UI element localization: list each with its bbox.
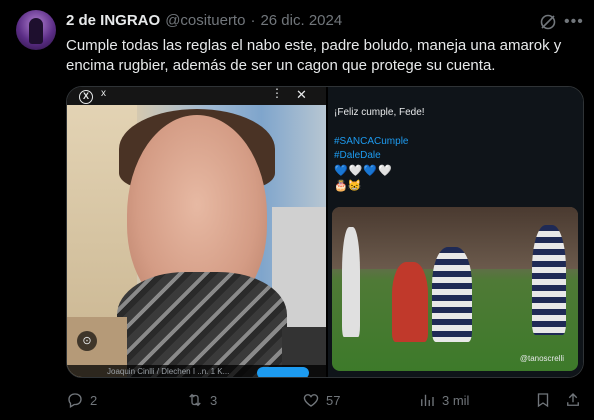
tweet[interactable]: 2 de INGRAO @cosituerto · 26 dic. 2024 •…: [0, 0, 594, 420]
embedded-dots-icon: ⋮: [271, 87, 283, 100]
separator: ·: [250, 12, 256, 29]
media-image-right[interactable]: ¡Feliz cumple, Fede! #SANCACumple #DaleD…: [328, 87, 583, 377]
bookmark-icon: [537, 393, 549, 408]
rugby-photo: @tanoscrelli: [332, 207, 578, 371]
retweet-button[interactable]: 3: [186, 388, 217, 412]
embedded-hashtag: #DaleDale: [334, 150, 381, 161]
embedded-text-line: ¡Feliz cumple, Fede!: [334, 107, 425, 118]
embedded-x-label: x: [101, 88, 106, 99]
timestamp[interactable]: 26 dic. 2024: [260, 12, 342, 29]
bookmark-button[interactable]: [534, 388, 552, 412]
display-name[interactable]: 2 de INGRAO: [66, 12, 160, 29]
media-tag-icon[interactable]: ⊙: [77, 331, 97, 351]
embedded-emojis: 🎂😸: [334, 180, 362, 192]
embedded-caption: Joaquin Cinlli / Dlechen I ..n. 1 K...: [67, 365, 326, 377]
avatar[interactable]: [16, 10, 56, 50]
heart-icon: [303, 394, 319, 407]
more-options-icon[interactable]: •••: [564, 13, 584, 31]
reply-button[interactable]: 2: [66, 388, 97, 412]
reply-icon: [68, 393, 82, 408]
views-count: 3 mil: [442, 392, 470, 408]
media-image-left[interactable]: X x ⋮ ✕ ⊙ Joaquin Cinlli / Dlechen I ..n…: [67, 87, 326, 377]
embedded-topbar: X x ⋮ ✕: [67, 87, 326, 105]
retweet-count: 3: [210, 392, 218, 408]
like-count: 57: [326, 392, 341, 408]
embedded-follow-button: [257, 367, 309, 377]
views-icon: [421, 394, 434, 406]
reply-count: 2: [90, 392, 98, 408]
grok-icon[interactable]: [539, 13, 557, 31]
embedded-caption-text: Joaquin Cinlli / Dlechen I ..n. 1 K...: [107, 367, 230, 376]
share-button[interactable]: [564, 388, 582, 412]
x-logo-icon: X: [79, 90, 93, 104]
views-button[interactable]: 3 mil: [418, 388, 469, 412]
action-bar: 2 3 57 3 mil: [66, 388, 586, 412]
share-icon: [567, 393, 579, 406]
media-grid[interactable]: X x ⋮ ✕ ⊙ Joaquin Cinlli / Dlechen I ..n…: [66, 86, 584, 378]
embedded-close-icon: ✕: [296, 87, 307, 102]
tweet-header: 2 de INGRAO @cosituerto · 26 dic. 2024: [66, 12, 342, 29]
embedded-hearts: 💙🤍💙🤍: [334, 165, 393, 177]
handle[interactable]: @cosituerto: [165, 12, 245, 29]
like-button[interactable]: 57: [302, 388, 340, 412]
tweet-text: Cumple todas las reglas el nabo este, pa…: [66, 37, 562, 74]
embedded-hashtag: #SANCACumple: [334, 136, 409, 147]
retweet-icon: [189, 393, 201, 407]
photo-credit: @tanoscrelli: [519, 354, 564, 363]
